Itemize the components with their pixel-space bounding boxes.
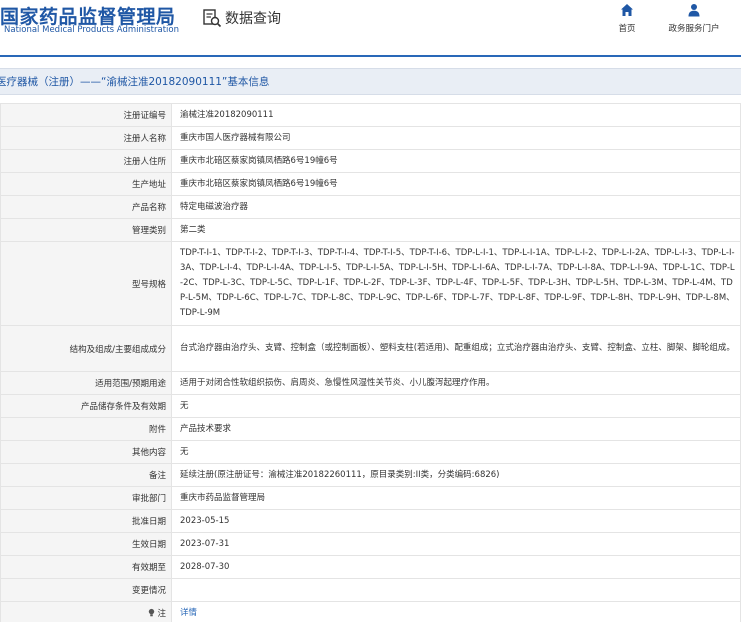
row-label: 管理类别 [0, 218, 172, 242]
site-logo-subtitle: National Medical Products Administration [4, 25, 179, 35]
table-row: 注 详情 [0, 601, 741, 622]
table-row: 生产地址 重庆市北碚区蔡家岗镇凤栖路6号19幢6号 [0, 172, 741, 196]
row-value [171, 578, 741, 602]
table-row: 产品名称 特定电磁波治疗器 [0, 195, 741, 219]
row-label: 注 [157, 609, 166, 619]
table-row: 审批部门 重庆市药品监督管理局 [0, 486, 741, 510]
device-info-table: 注册证编号 渝械注准20182090111 注册人名称 重庆市国人医疗器械有限公… [0, 103, 741, 622]
data-query-label: 数据查询 [225, 11, 281, 27]
row-value: 延续注册(原注册证号：渝械注准20182260111，原目录类别:II类，分类编… [171, 463, 741, 487]
row-value: 台式治疗器由治疗头、支臂、控制盒（或控制面板）、塑料支柱(若适用)、配重组成；立… [171, 325, 741, 372]
row-label: 注册人住所 [0, 149, 172, 173]
table-row: 变更情况 [0, 578, 741, 602]
table-row: 其他内容 无 [0, 440, 741, 464]
table-row: 生效日期 2023-07-31 [0, 532, 741, 556]
row-value: 重庆市北碚区蔡家岗镇凤栖路6号19幢6号 [171, 149, 741, 173]
row-value: 重庆市药品监督管理局 [171, 486, 741, 510]
nav-home-label: 首页 [618, 24, 636, 34]
table-row: 产品储存条件及有效期 无 [0, 394, 741, 418]
table-row: 备注 延续注册(原注册证号：渝械注准20182260111，原目录类别:II类，… [0, 463, 741, 487]
user-icon [688, 4, 700, 17]
data-query-heading: 数据查询 [202, 7, 281, 29]
table-row: 注册人住所 重庆市北碚区蔡家岗镇凤栖路6号19幢6号 [0, 149, 741, 173]
row-label: 其他内容 [0, 440, 172, 464]
nav-gov-label: 政务服务门户 [668, 24, 720, 34]
row-label: 批准日期 [0, 509, 172, 533]
row-label: 结构及组成/主要组成成分 [0, 325, 172, 372]
row-label: 变更情况 [0, 578, 172, 602]
table-row: 注册人名称 重庆市国人医疗器械有限公司 [0, 126, 741, 150]
row-label: 型号规格 [0, 241, 172, 326]
row-label: 产品名称 [0, 195, 172, 219]
details-link[interactable]: 详情 [180, 608, 197, 618]
row-value-cell: 详情 [171, 601, 741, 622]
row-value: 特定电磁波治疗器 [171, 195, 741, 219]
row-value: 2023-05-15 [171, 509, 741, 533]
row-label: 注册人名称 [0, 126, 172, 150]
row-value: 适用于对闭合性软组织损伤、肩周炎、急慢性风湿性关节炎、小儿腹泻起理疗作用。 [171, 371, 741, 395]
row-label: 生效日期 [0, 532, 172, 556]
row-value: 无 [171, 440, 741, 464]
table-row: 管理类别 第二类 [0, 218, 741, 242]
row-value: 无 [171, 394, 741, 418]
row-value: 第二类 [171, 218, 741, 242]
record-title: 医疗器械（注册）——“渝械注准20182090111”基本信息 [0, 76, 270, 88]
nav-gov-service-portal[interactable]: 政务服务门户 [659, 3, 729, 34]
row-label: 注册证编号 [0, 103, 172, 127]
document-search-icon [203, 9, 222, 28]
row-value: TDP-T-I-1、TDP-T-I-2、TDP-T-I-3、TDP-T-I-4、… [171, 241, 741, 326]
row-value: 渝械注准20182090111 [171, 103, 741, 127]
nav-home[interactable]: 首页 [592, 3, 662, 34]
bulb-icon [149, 608, 155, 617]
row-value: 重庆市国人医疗器械有限公司 [171, 126, 741, 150]
header-divider [0, 55, 741, 57]
table-row: 结构及组成/主要组成成分 台式治疗器由治疗头、支臂、控制盒（或控制面板）、塑料支… [0, 325, 741, 372]
table-row: 型号规格 TDP-T-I-1、TDP-T-I-2、TDP-T-I-3、TDP-T… [0, 241, 741, 326]
site-header: 国家药品监督管理局 National Medical Products Admi… [0, 0, 741, 55]
row-label: 附件 [0, 417, 172, 441]
table-row: 注册证编号 渝械注准20182090111 [0, 103, 741, 127]
row-label: 适用范围/预期用途 [0, 371, 172, 395]
row-value: 产品技术要求 [171, 417, 741, 441]
table-row: 有效期至 2028-07-30 [0, 555, 741, 579]
row-label: 生产地址 [0, 172, 172, 196]
table-row: 适用范围/预期用途 适用于对闭合性软组织损伤、肩周炎、急慢性风湿性关节炎、小儿腹… [0, 371, 741, 395]
record-title-bar: 医疗器械（注册）——“渝械注准20182090111”基本信息 [0, 68, 741, 95]
row-label: 有效期至 [0, 555, 172, 579]
home-icon [621, 4, 633, 16]
row-value: 重庆市北碚区蔡家岗镇凤栖路6号19幢6号 [171, 172, 741, 196]
row-value: 2023-07-31 [171, 532, 741, 556]
row-value: 2028-07-30 [171, 555, 741, 579]
row-label: 产品储存条件及有效期 [0, 394, 172, 418]
table-row: 批准日期 2023-05-15 [0, 509, 741, 533]
row-label: 审批部门 [0, 486, 172, 510]
row-label: 备注 [0, 463, 172, 487]
table-row: 附件 产品技术要求 [0, 417, 741, 441]
note-label: 注 [0, 601, 172, 622]
